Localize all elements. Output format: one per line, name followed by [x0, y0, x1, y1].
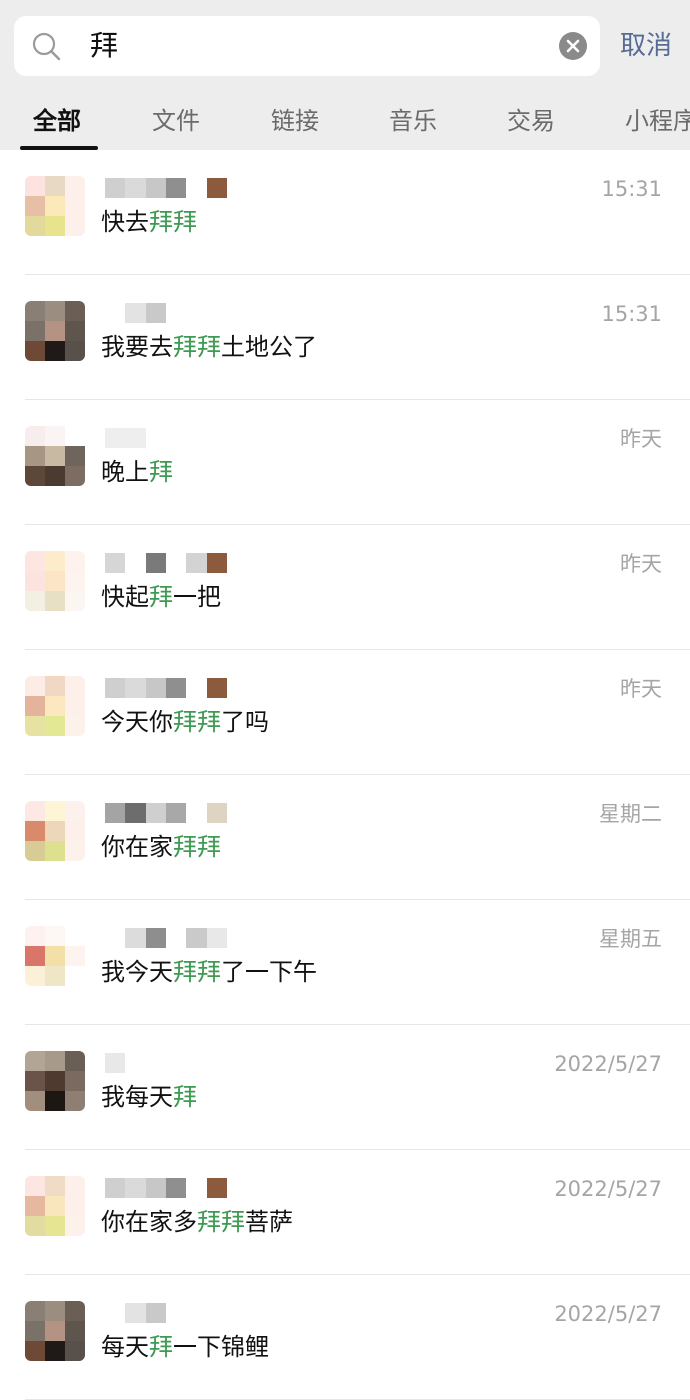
blurred-contact-name: [105, 178, 227, 198]
keyword-highlight: 拜拜: [173, 833, 221, 861]
result-message: 快去拜拜: [101, 206, 197, 238]
result-message: 你在家多拜拜菩萨: [101, 1206, 293, 1238]
keyword-highlight: 拜拜: [173, 708, 221, 736]
result-time: 2022/5/27: [554, 1302, 662, 1326]
message-text: 我今天: [101, 958, 173, 986]
blurred-contact-name: [105, 1303, 227, 1323]
result-message: 晚上拜: [101, 456, 173, 488]
cancel-button[interactable]: 取消: [620, 28, 672, 64]
filter-tabs: 全部 文件 链接 音乐 交易 小程序: [0, 92, 690, 150]
tab-music[interactable]: 音乐: [389, 104, 437, 138]
result-message: 每天拜一下锦鲤: [101, 1331, 269, 1363]
tab-all[interactable]: 全部: [33, 104, 81, 138]
keyword-highlight: 拜拜: [197, 1208, 245, 1236]
result-time: 昨天: [620, 677, 662, 701]
message-text: 我每天: [101, 1083, 173, 1111]
avatar: [25, 301, 85, 361]
avatar: [25, 426, 85, 486]
result-time: 星期五: [599, 927, 662, 951]
blurred-contact-name: [105, 553, 227, 573]
result-item[interactable]: 2022/5/27 每天拜一下锦鲤: [0, 1275, 690, 1400]
avatar: [25, 176, 85, 236]
result-item[interactable]: 15:31 快去拜拜: [0, 150, 690, 275]
avatar: [25, 676, 85, 736]
avatar: [25, 926, 85, 986]
avatar: [25, 1301, 85, 1361]
result-time: 15:31: [601, 177, 662, 201]
message-text: 土地公了: [221, 333, 317, 361]
message-text: 菩萨: [245, 1208, 293, 1236]
keyword-highlight: 拜: [149, 458, 173, 486]
keyword-highlight: 拜拜: [173, 958, 221, 986]
blurred-contact-name: [105, 928, 227, 948]
result-item[interactable]: 15:31 我要去拜拜土地公了: [0, 275, 690, 400]
keyword-highlight: 拜拜: [149, 208, 197, 236]
blurred-contact-name: [105, 303, 227, 323]
keyword-highlight: 拜: [149, 583, 173, 611]
message-text: 晚上: [101, 458, 149, 486]
message-text: 每天: [101, 1333, 149, 1361]
message-text: 了吗: [221, 708, 269, 736]
blurred-contact-name: [105, 678, 227, 698]
result-message: 我每天拜: [101, 1081, 197, 1113]
result-message: 我要去拜拜土地公了: [101, 331, 317, 363]
result-message: 你在家拜拜: [101, 831, 221, 863]
avatar: [25, 1176, 85, 1236]
search-results-list: 15:31 快去拜拜 15:31 我要去拜拜土地公了 昨天 晚上拜 昨天 快起拜一把 昨天 今天你…: [0, 150, 690, 1400]
message-text: 了一下午: [221, 958, 317, 986]
search-icon: [32, 32, 61, 61]
result-time: 昨天: [620, 552, 662, 576]
tab-links[interactable]: 链接: [271, 104, 319, 138]
message-text: 一下锦鲤: [173, 1333, 269, 1361]
blurred-contact-name: [105, 803, 227, 823]
result-item[interactable]: 2022/5/27 我每天拜: [0, 1025, 690, 1150]
search-input[interactable]: 拜: [14, 16, 600, 76]
result-message: 今天你拜拜了吗: [101, 706, 269, 738]
result-item[interactable]: 星期二你在家拜拜: [0, 775, 690, 900]
result-message: 我今天拜拜了一下午: [101, 956, 317, 988]
keyword-highlight: 拜拜: [173, 333, 221, 361]
result-time: 星期二: [599, 802, 662, 826]
message-text: 快去: [101, 208, 149, 236]
result-item[interactable]: 昨天快起拜一把: [0, 525, 690, 650]
blurred-contact-name: [105, 1053, 227, 1073]
message-text: 快起: [101, 583, 149, 611]
clear-icon[interactable]: [558, 31, 588, 61]
message-text: 我要去: [101, 333, 173, 361]
result-item[interactable]: 昨天今天你拜拜了吗: [0, 650, 690, 775]
blurred-contact-name: [105, 428, 227, 448]
result-time: 2022/5/27: [554, 1052, 662, 1076]
search-header: 拜 取消 全部 文件 链接 音乐 交易 小程序: [0, 0, 690, 150]
avatar: [25, 551, 85, 611]
result-item[interactable]: 昨天晚上拜: [0, 400, 690, 525]
result-item[interactable]: 星期五我今天拜拜了一下午: [0, 900, 690, 1025]
message-text: 你在家多: [101, 1208, 197, 1236]
avatar: [25, 801, 85, 861]
result-time: 2022/5/27: [554, 1177, 662, 1201]
tab-mini-programs[interactable]: 小程序: [625, 104, 690, 138]
result-item[interactable]: 2022/5/27 你在家多拜拜菩萨: [0, 1150, 690, 1275]
keyword-highlight: 拜: [149, 1333, 173, 1361]
tab-files[interactable]: 文件: [152, 104, 200, 138]
search-query[interactable]: 拜: [90, 27, 118, 65]
tab-transactions[interactable]: 交易: [507, 104, 555, 138]
blurred-contact-name: [105, 1178, 227, 1198]
result-message: 快起拜一把: [101, 581, 221, 613]
message-text: 今天你: [101, 708, 173, 736]
message-text: 你在家: [101, 833, 173, 861]
message-text: 一把: [173, 583, 221, 611]
result-time: 昨天: [620, 427, 662, 451]
avatar: [25, 1051, 85, 1111]
keyword-highlight: 拜: [173, 1083, 197, 1111]
result-time: 15:31: [601, 302, 662, 326]
